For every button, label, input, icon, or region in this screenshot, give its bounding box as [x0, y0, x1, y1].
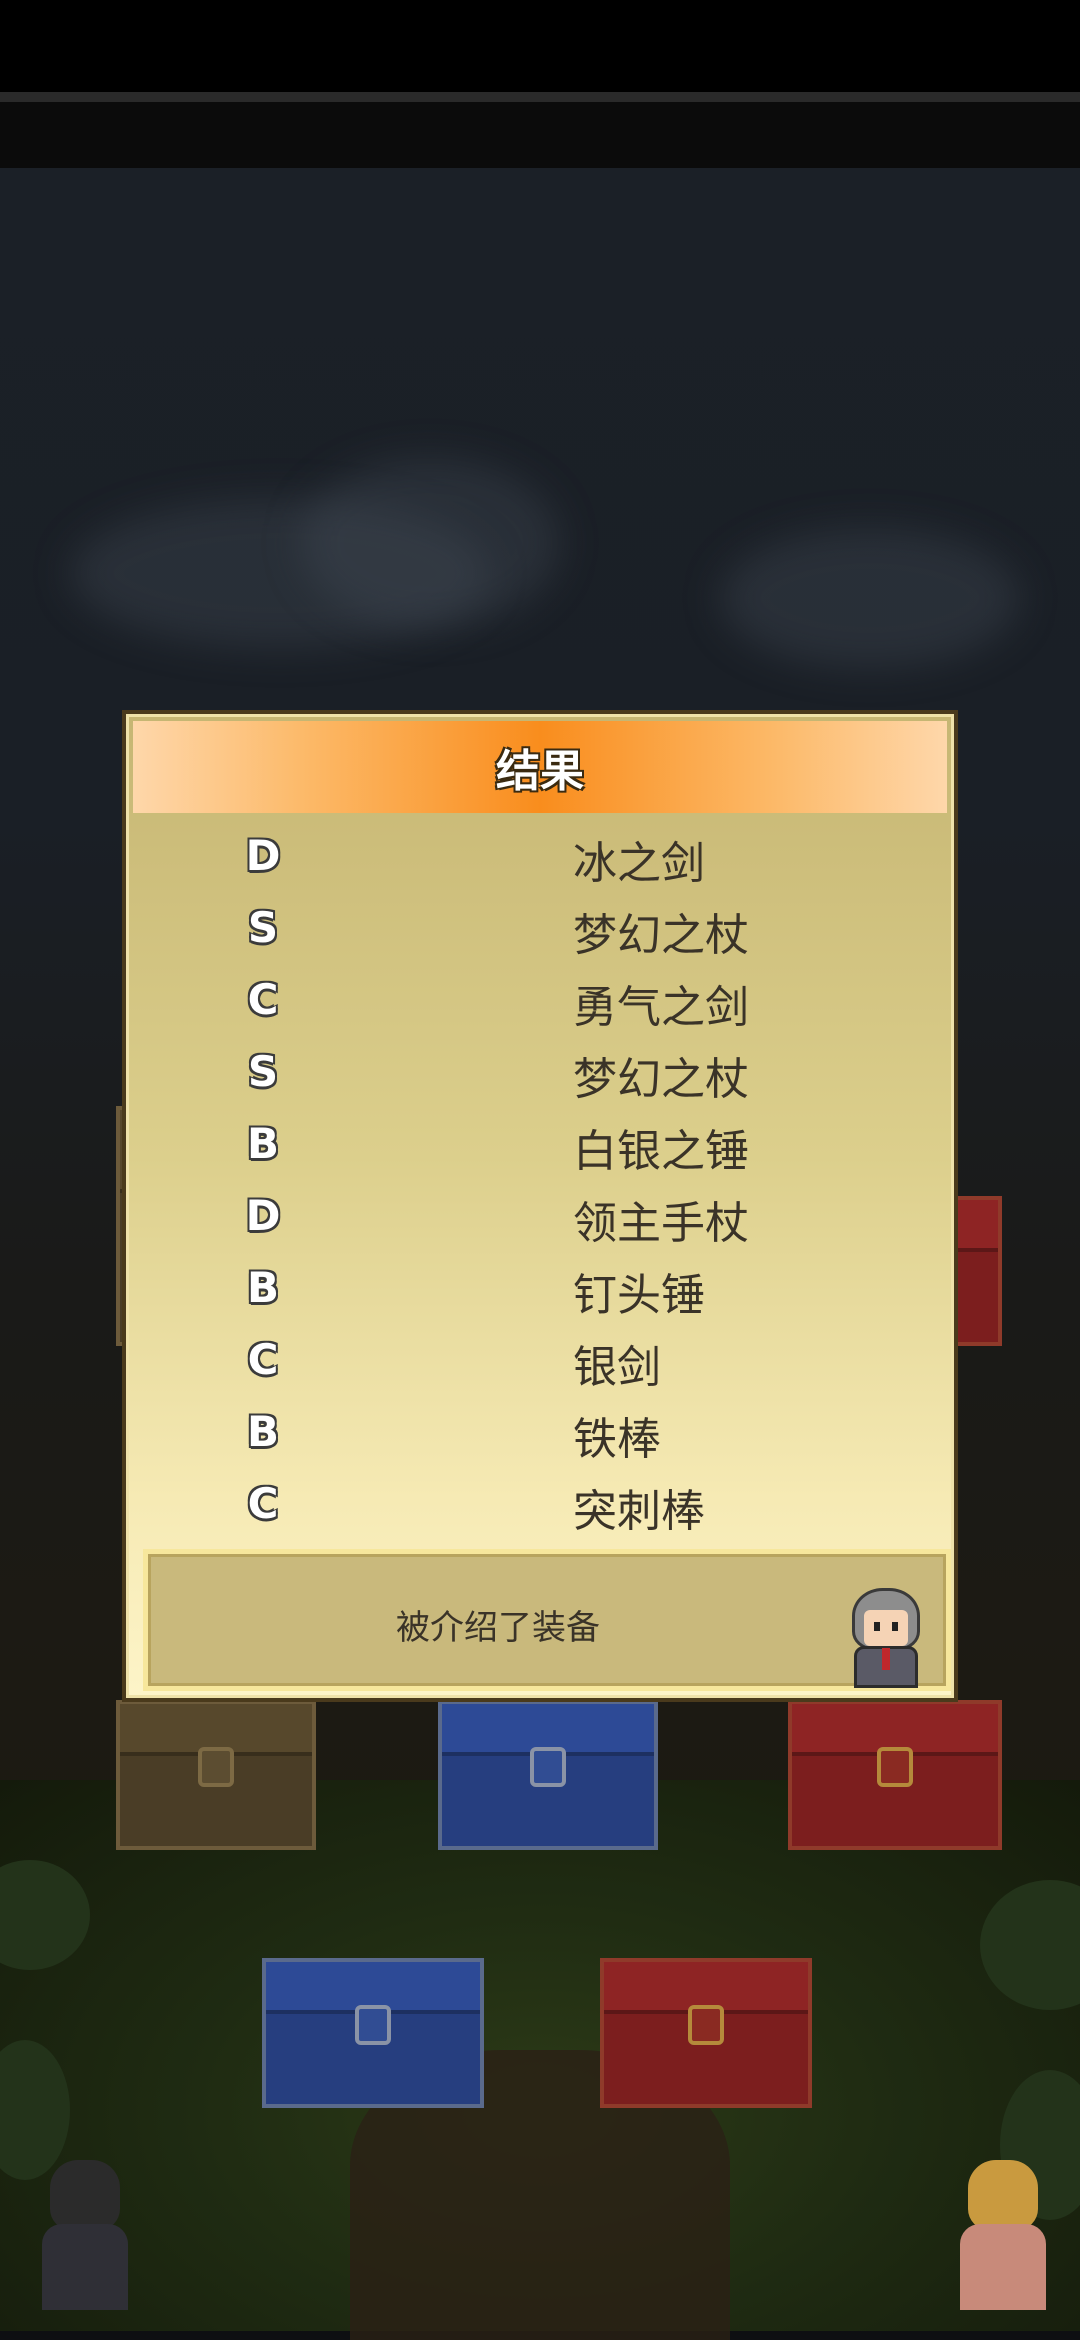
item-name: 梦幻之杖 [573, 1054, 749, 1105]
item-name: 白银之锤 [573, 1126, 749, 1177]
rank-label: C [247, 1479, 279, 1528]
character-head [50, 2160, 120, 2230]
result-row: C 突刺棒 [129, 1469, 951, 1541]
chest-lock-icon [198, 1746, 234, 1787]
dialog-panel: 结果 D 冰之剑 S 梦幻之杖 C 勇气之剑 S 梦幻之杖 B 白银之锤 D 领… [126, 714, 954, 1698]
advisor-tie [882, 1648, 890, 1670]
item-name: 领主手杖 [573, 1198, 749, 1249]
rank-label: S [247, 903, 279, 952]
cloud [300, 458, 560, 628]
top-sub-bar [0, 102, 1080, 168]
rank-label: S [247, 1047, 279, 1096]
top-divider [0, 92, 1080, 102]
character-body [960, 2224, 1046, 2310]
result-row: B 白银之锤 [129, 1109, 951, 1181]
treasure-chest-brown[interactable] [116, 1700, 316, 1850]
chest-lock-icon [688, 2004, 724, 2045]
rank-label: D [245, 1191, 281, 1240]
chest-lock-icon [355, 2004, 391, 2045]
treasure-chest-red[interactable] [600, 1958, 812, 2108]
result-row: D 领主手杖 [129, 1181, 951, 1253]
chest-lock-icon [877, 1746, 913, 1787]
result-row: S 梦幻之杖 [129, 893, 951, 965]
rank-label: D [245, 831, 281, 880]
rank-label: C [247, 975, 279, 1024]
advisor-face [864, 1610, 908, 1646]
result-row: D 冰之剑 [129, 821, 951, 893]
advisor-portrait-icon [846, 1588, 926, 1688]
cloud [720, 528, 1020, 668]
treasure-chest-blue[interactable] [262, 1958, 484, 2108]
dialog-header: 结果 [133, 721, 947, 813]
chest-lock-icon [530, 1746, 566, 1787]
character-right [948, 2160, 1058, 2310]
rank-label: C [247, 1335, 279, 1384]
advisor-eye [892, 1622, 898, 1631]
character-head [968, 2160, 1038, 2230]
item-name: 勇气之剑 [573, 982, 749, 1033]
advisor-eye [874, 1622, 880, 1631]
result-row: C 勇气之剑 [129, 965, 951, 1037]
rank-label: B [246, 1407, 279, 1456]
result-row: S 梦幻之杖 [129, 1037, 951, 1109]
dialog-title: 结果 [496, 746, 584, 797]
treasure-chest-blue[interactable] [438, 1700, 658, 1850]
item-name: 冰之剑 [573, 838, 705, 889]
result-list: D 冰之剑 S 梦幻之杖 C 勇气之剑 S 梦幻之杖 B 白银之锤 D 领主手杖 [129, 821, 951, 1541]
item-name: 银剑 [573, 1342, 661, 1393]
item-name: 钉头锤 [573, 1270, 705, 1321]
character-left [30, 2160, 140, 2310]
rank-label: B [246, 1119, 279, 1168]
message-text: 被介绍了装备 [396, 1608, 600, 1648]
item-name: 突刺棒 [573, 1486, 705, 1537]
top-status-bar [0, 0, 1080, 92]
result-row: C 银剑 [129, 1325, 951, 1397]
item-name: 铁棒 [573, 1414, 661, 1465]
character-body [42, 2224, 128, 2310]
message-box[interactable]: 被介绍了装备 [143, 1549, 951, 1691]
result-row: B 铁棒 [129, 1397, 951, 1469]
results-dialog: 结果 D 冰之剑 S 梦幻之杖 C 勇气之剑 S 梦幻之杖 B 白银之锤 D 领… [122, 710, 958, 1702]
item-name: 梦幻之杖 [573, 910, 749, 961]
result-row: B 钉头锤 [129, 1253, 951, 1325]
treasure-chest-red[interactable] [788, 1700, 1002, 1850]
rank-label: B [246, 1263, 279, 1312]
